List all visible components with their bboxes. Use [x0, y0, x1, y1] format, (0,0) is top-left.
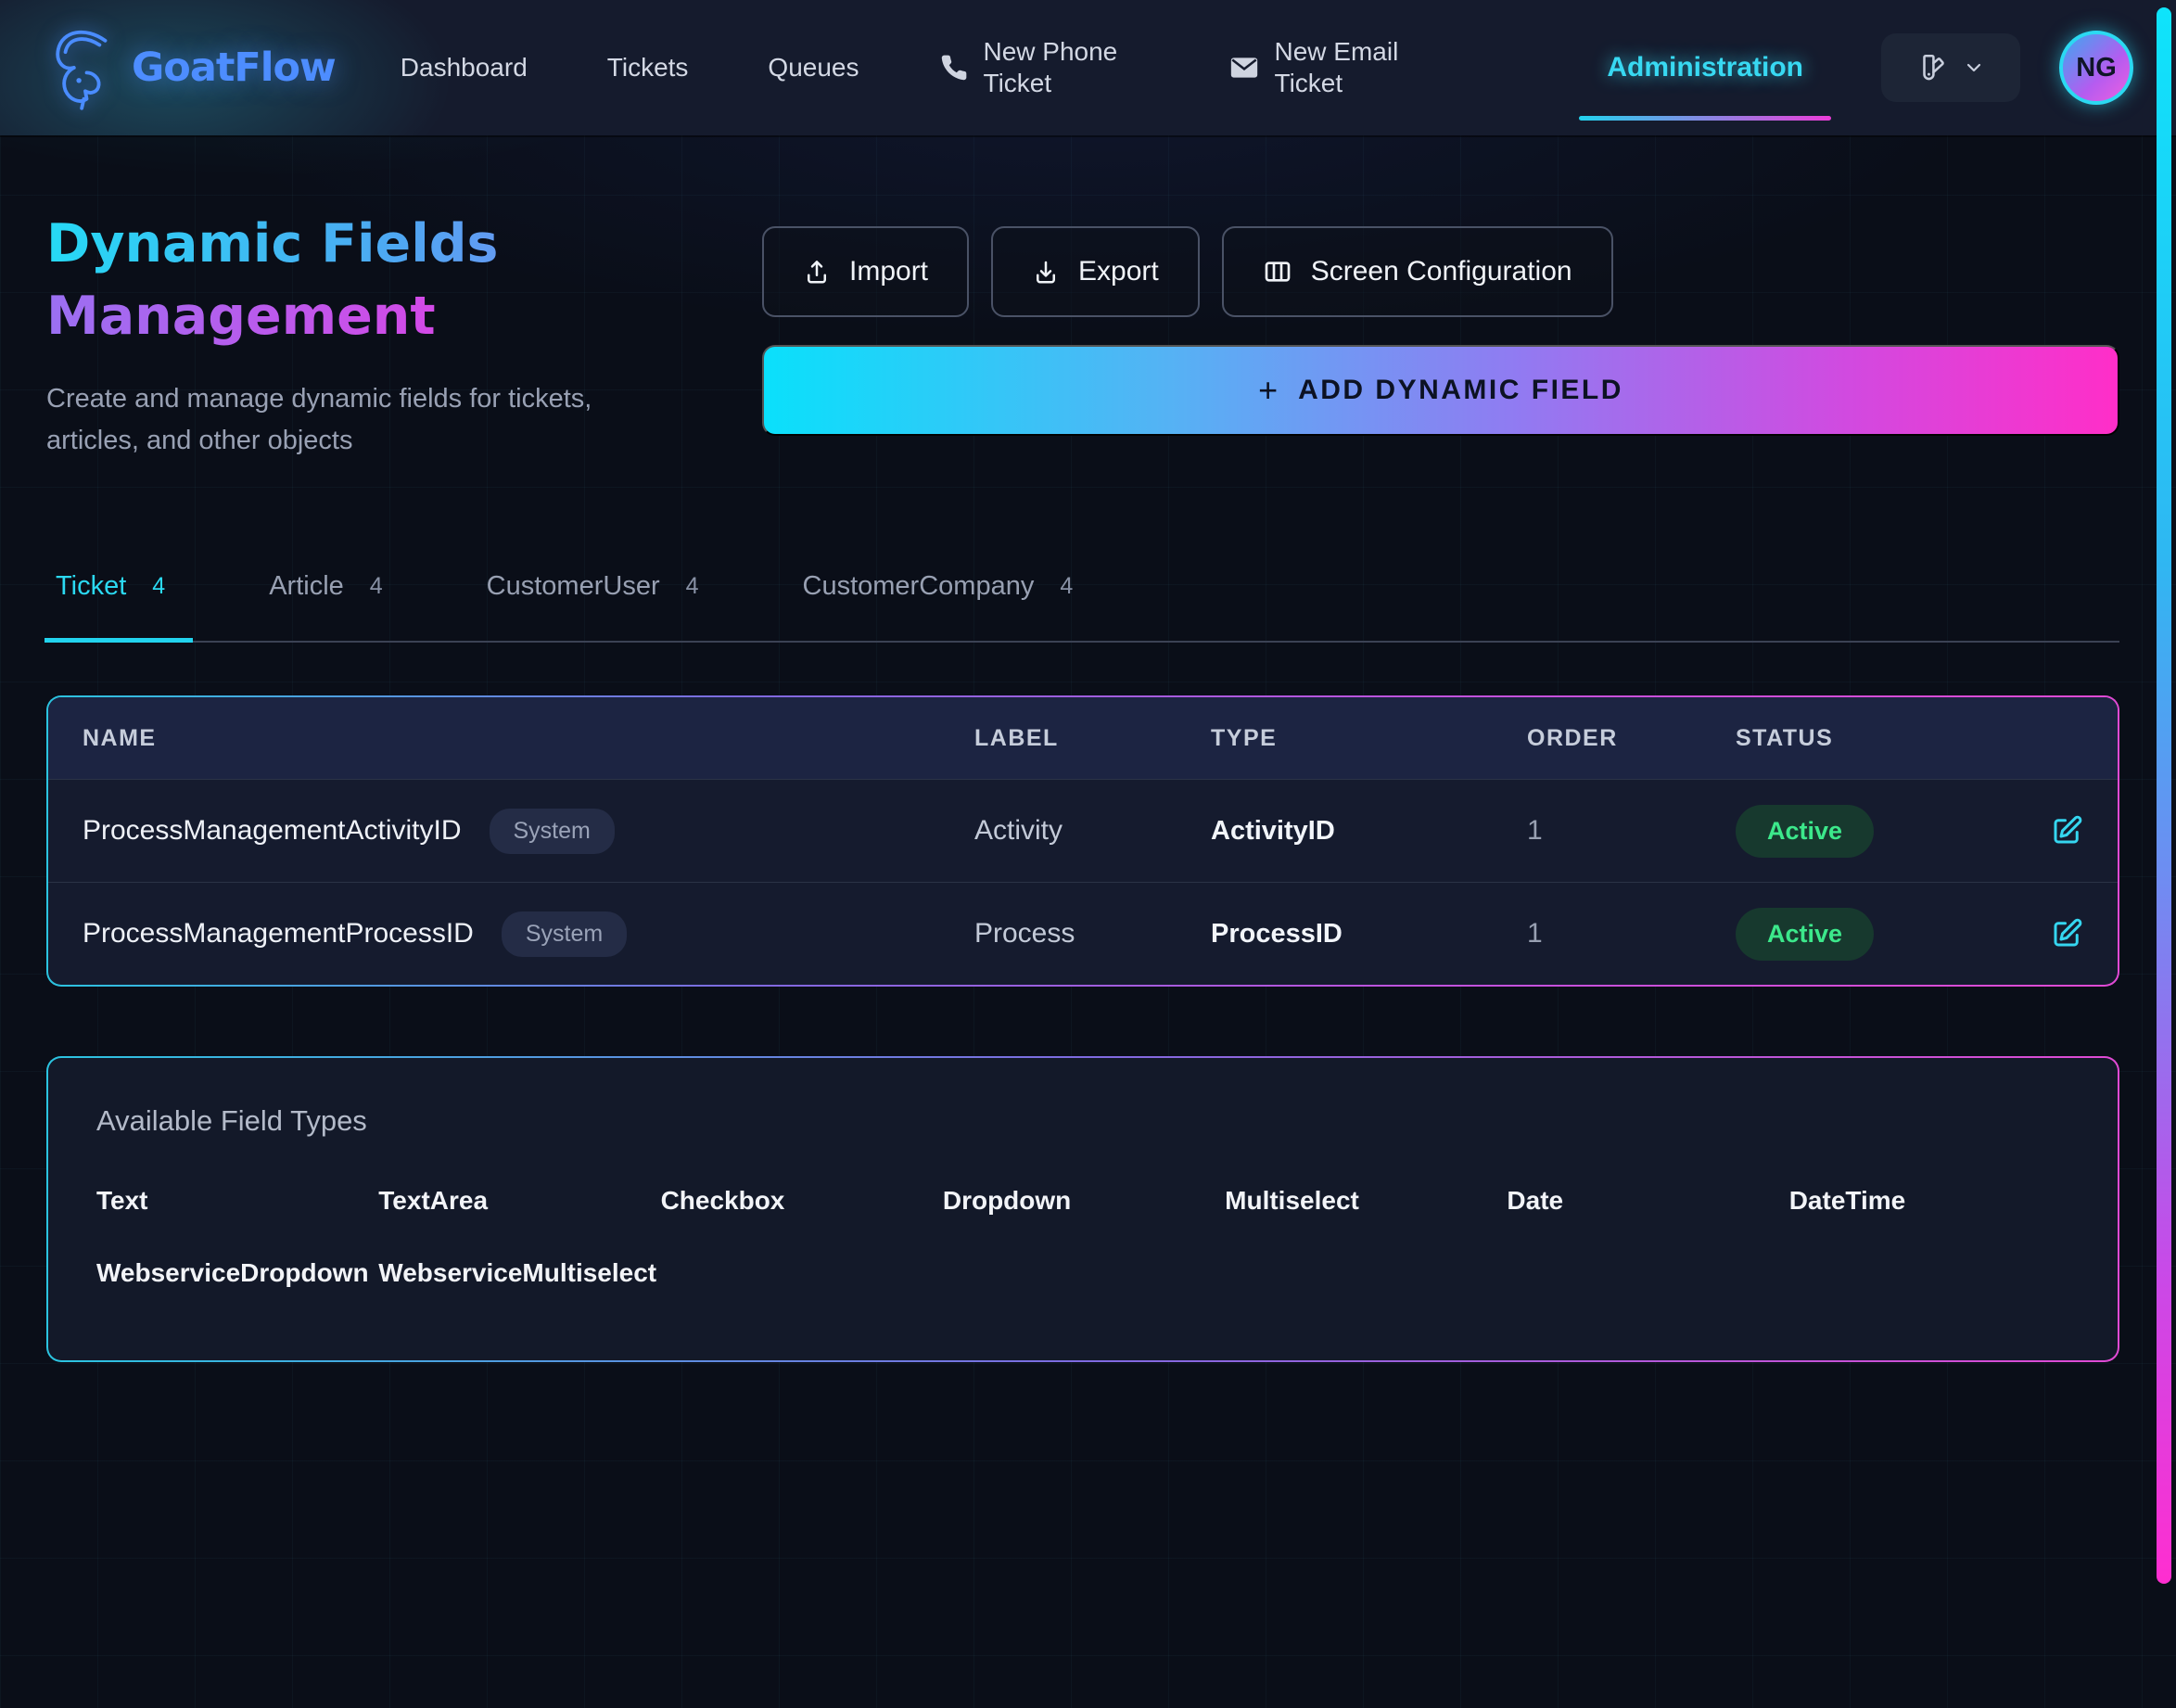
page-header-left: Dynamic Fields Management Create and man… — [46, 208, 695, 462]
table-row: ProcessManagementActivityID System Activ… — [48, 779, 2118, 882]
tab-customercompany[interactable]: CustomerCompany 4 — [803, 571, 1074, 641]
user-avatar[interactable]: NG — [2059, 31, 2133, 105]
table-header-row: NAME LABEL TYPE ORDER STATUS — [48, 697, 2118, 779]
field-type-item: WebserviceMultiselect — [378, 1258, 660, 1288]
main-content: Dynamic Fields Management Create and man… — [0, 135, 2176, 1362]
field-name: ProcessManagementProcessID — [83, 918, 474, 950]
field-type-item: Checkbox — [661, 1186, 943, 1216]
top-navbar: GoatFlow Dashboard Tickets Queues New Ph… — [0, 0, 2176, 135]
tab-ticket[interactable]: Ticket 4 — [56, 571, 165, 641]
column-header-order: ORDER — [1527, 725, 1736, 752]
nav-item-dashboard[interactable]: Dashboard — [401, 53, 528, 83]
brand-name: GoatFlow — [132, 45, 336, 91]
field-type-item: DateTime — [1789, 1186, 2071, 1216]
nav-item-tickets[interactable]: Tickets — [607, 53, 689, 83]
field-type-item: Date — [1507, 1186, 1788, 1216]
plus-icon: + — [1258, 371, 1278, 410]
field-type-item: TextArea — [378, 1186, 660, 1216]
vertical-scrollbar-thumb[interactable] — [2157, 7, 2171, 1584]
palette-swatch-icon — [1916, 52, 1948, 83]
status-badge: Active — [1736, 805, 1874, 858]
upload-icon — [803, 258, 831, 286]
table-row: ProcessManagementProcessID System Proces… — [48, 882, 2118, 985]
email-icon — [1228, 52, 1260, 83]
page-header: Dynamic Fields Management Create and man… — [46, 208, 2119, 462]
page-title: Dynamic Fields Management — [46, 208, 695, 352]
tab-customercompany-count: 4 — [1060, 573, 1073, 600]
column-header-label: LABEL — [974, 725, 1211, 752]
field-type-item: Text — [96, 1186, 378, 1216]
columns-layout-icon — [1263, 257, 1292, 287]
add-dynamic-field-button[interactable]: + ADD DYNAMIC FIELD — [762, 345, 2119, 436]
field-label: Process — [974, 918, 1211, 950]
column-header-status: STATUS — [1736, 725, 1967, 752]
download-icon — [1032, 258, 1060, 286]
column-header-type: TYPE — [1211, 725, 1527, 752]
tab-article[interactable]: Article 4 — [269, 571, 382, 641]
screen-configuration-button[interactable]: Screen Configuration — [1222, 226, 1613, 317]
nav-item-new-phone-ticket[interactable]: New Phone Ticket — [939, 36, 1149, 98]
page-subtitle: Create and manage dynamic fields for tic… — [46, 378, 593, 462]
edit-icon — [2050, 917, 2083, 950]
tab-article-count: 4 — [370, 573, 383, 600]
column-header-name: NAME — [83, 725, 974, 752]
dynamic-fields-table: NAME LABEL TYPE ORDER STATUS ProcessMana… — [46, 695, 2119, 987]
field-order: 1 — [1527, 918, 1736, 950]
system-badge: System — [490, 809, 615, 854]
field-name: ProcessManagementActivityID — [83, 815, 462, 847]
field-type: ActivityID — [1211, 816, 1527, 847]
field-type: ProcessID — [1211, 919, 1527, 950]
page-header-actions: Import Export — [762, 208, 2119, 462]
import-button[interactable]: Import — [762, 226, 969, 317]
status-badge: Active — [1736, 908, 1874, 961]
edit-field-button[interactable] — [2050, 814, 2083, 848]
available-field-types-panel: Available Field Types Text TextArea Chec… — [46, 1056, 2119, 1362]
brand-logo[interactable]: GoatFlow — [43, 21, 336, 114]
panel-title: Available Field Types — [96, 1104, 2071, 1138]
field-order: 1 — [1527, 815, 1736, 847]
tab-customeruser-count: 4 — [686, 573, 699, 600]
field-types-list: Text TextArea Checkbox Dropdown Multisel… — [96, 1186, 2071, 1288]
avatar-initials: NG — [2076, 53, 2117, 83]
nav-item-new-email-ticket[interactable]: New Email Ticket — [1228, 36, 1440, 98]
chevron-down-icon — [1963, 57, 1985, 79]
theme-switcher-button[interactable] — [1881, 33, 2020, 102]
field-type-item: WebserviceDropdown — [96, 1258, 378, 1288]
system-badge: System — [502, 911, 627, 957]
dynamic-fields-page: GoatFlow Dashboard Tickets Queues New Ph… — [0, 0, 2176, 1708]
field-type-item: Dropdown — [943, 1186, 1225, 1216]
edit-icon — [2050, 814, 2083, 848]
field-label: Activity — [974, 815, 1211, 847]
field-type-item: Multiselect — [1225, 1186, 1507, 1216]
nav-item-administration[interactable]: Administration — [1601, 52, 1809, 83]
secondary-actions-row: Import Export — [762, 226, 2119, 317]
object-type-tabs: Ticket 4 Article 4 CustomerUser 4 Custom… — [46, 571, 2119, 643]
goat-logo-icon — [43, 21, 128, 114]
phone-icon — [939, 53, 969, 83]
nav-item-queues[interactable]: Queues — [768, 53, 859, 83]
tab-customeruser[interactable]: CustomerUser 4 — [487, 571, 699, 641]
nav-links: Dashboard Tickets Queues New Phone Ticke… — [401, 36, 1440, 98]
edit-field-button[interactable] — [2050, 917, 2083, 950]
tab-ticket-count: 4 — [152, 573, 165, 600]
export-button[interactable]: Export — [991, 226, 1200, 317]
